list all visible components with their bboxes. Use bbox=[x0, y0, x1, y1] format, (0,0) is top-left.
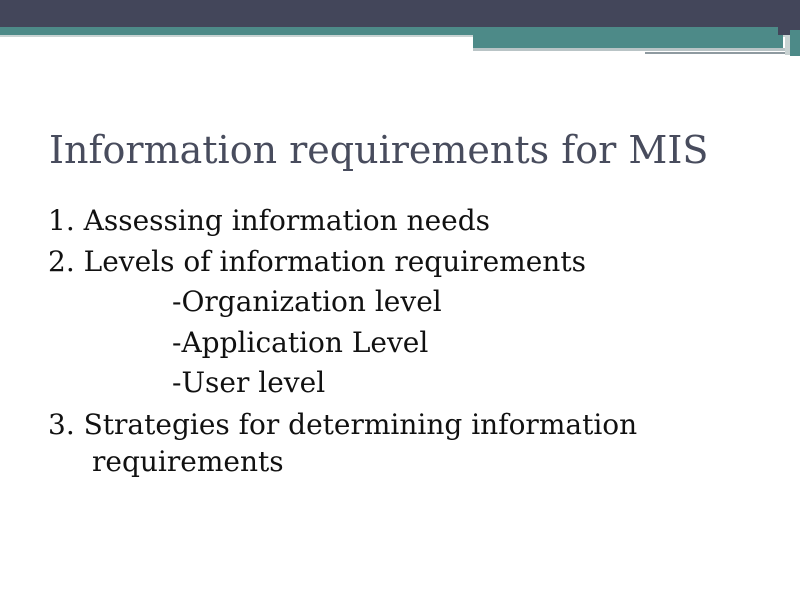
slide-bullet-list: 1. Assessing information needs 2. Levels… bbox=[48, 201, 768, 480]
list-item: 1. Assessing information needs bbox=[48, 204, 490, 237]
top-banner-accent-bar bbox=[473, 35, 783, 48]
sub-list-item: -Application Level bbox=[172, 325, 429, 359]
sub-list-item: -Organization level bbox=[172, 285, 442, 318]
top-banner-accent-line-lower bbox=[645, 52, 785, 54]
sub-list-item: -User level bbox=[172, 366, 326, 399]
list-item-continuation: requirements bbox=[92, 444, 284, 478]
slide: Information requirements for MIS 1. Asse… bbox=[0, 0, 800, 600]
list-item: 2. Levels of information requirements bbox=[48, 244, 586, 278]
top-banner-edge-inner bbox=[790, 30, 800, 56]
top-banner-dark bbox=[0, 0, 800, 27]
slide-title: Information requirements for MIS bbox=[49, 128, 709, 172]
top-banner-teal-stripe bbox=[0, 27, 800, 35]
list-item-line: 3. Strategies for determining informatio… bbox=[48, 407, 638, 441]
list-item: 3. Strategies for determining informatio… bbox=[48, 404, 768, 480]
top-banner-accent-line bbox=[473, 48, 793, 51]
